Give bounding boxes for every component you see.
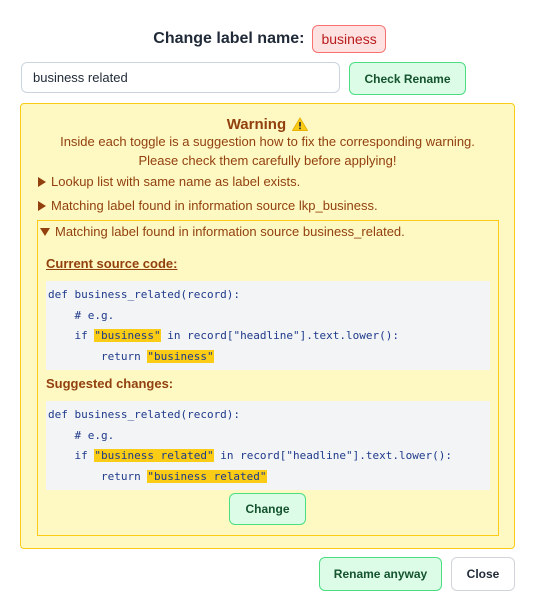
caret-down-icon xyxy=(40,227,50,236)
code-line: if "business" in record["headline"].text… xyxy=(46,326,490,347)
toggle-lkp-business[interactable]: Matching label found in information sour… xyxy=(38,198,378,213)
suggested-changes-title: Suggested changes: xyxy=(46,376,174,391)
code-line: if "business related" in record["headlin… xyxy=(46,446,490,467)
warning-description-line-1: Inside each toggle is a suggestion how t… xyxy=(60,134,475,149)
toggle-lookup-list[interactable]: Lookup list with same name as label exis… xyxy=(38,174,300,189)
code-line: # e.g. xyxy=(48,428,115,442)
warning-triangle-icon xyxy=(292,117,309,131)
modal-header: Change label name: business xyxy=(0,24,539,54)
current-source-title: Current source code: xyxy=(46,256,178,271)
modal-title: Change label name: xyxy=(153,30,305,47)
current-source-code: def business_related(record): # e.g. if … xyxy=(46,281,490,370)
change-button[interactable]: Change xyxy=(229,493,306,525)
caret-right-icon xyxy=(38,176,46,187)
check-rename-button[interactable]: Check Rename xyxy=(349,62,466,95)
code-line: return "business related" xyxy=(46,467,490,488)
toggle-label: Lookup list with same name as label exis… xyxy=(51,174,301,189)
rename-anyway-button[interactable]: Rename anyway xyxy=(319,557,442,591)
toggle-label: Matching label found in information sour… xyxy=(55,224,405,239)
warning-heading: Warning xyxy=(21,116,514,133)
toggle-business-related[interactable]: Matching label found in information sour… xyxy=(40,224,405,239)
code-line: def business_related(record): xyxy=(48,288,241,301)
code-segment: in record["headline"].text.lower(): xyxy=(213,449,452,462)
current-label-badge: business xyxy=(312,25,386,53)
code-highlight: "business" xyxy=(94,329,161,342)
code-line: return "business" xyxy=(46,347,490,368)
code-segment: in record["headline"].text.lower(): xyxy=(160,329,400,342)
code-highlight: "business related" xyxy=(147,469,267,483)
new-label-name-input[interactable] xyxy=(21,62,340,93)
toggle-business-related-panel: Matching label found in information sour… xyxy=(37,220,499,536)
suggested-code: def business_related(record): # e.g. if … xyxy=(46,401,490,490)
toggle-label: Matching label found in information sour… xyxy=(51,198,378,213)
code-segment: if xyxy=(48,449,95,462)
code-line: def business_related(record): xyxy=(48,408,241,421)
code-highlight: "business related" xyxy=(94,449,214,462)
warning-description-line-2: Please check them carefully before apply… xyxy=(138,153,397,168)
code-segment: return xyxy=(48,349,148,363)
close-button[interactable]: Close xyxy=(451,557,515,591)
code-segment: return xyxy=(48,469,148,483)
code-segment: if xyxy=(48,329,95,342)
modal-footer: Rename anyway Close xyxy=(319,557,515,591)
caret-right-icon xyxy=(38,200,46,211)
warning-description: Inside each toggle is a suggestion how t… xyxy=(21,132,514,170)
code-highlight: "business" xyxy=(147,349,214,363)
rename-row: Check Rename xyxy=(21,62,515,95)
rename-label-modal: Change label name: business Check Rename… xyxy=(0,0,539,613)
warning-title: Warning xyxy=(226,116,287,133)
warning-panel: Warning Inside each toggle is a suggesti… xyxy=(20,103,515,549)
code-line: # e.g. xyxy=(48,308,115,322)
